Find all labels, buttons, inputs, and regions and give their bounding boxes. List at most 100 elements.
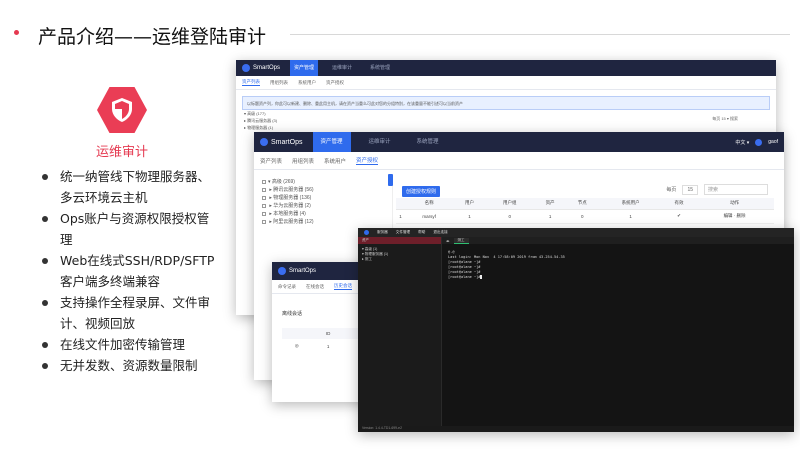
tree-node[interactable]: ▸ 腾讯云服务器 (3) (244, 117, 277, 124)
notice-banner: 以标题资产列，你此可以新建、删除、重此用主机，请在资产当重么可此对您的分组特别，… (242, 96, 770, 110)
feature-item: Ops账户与资源权限授权管理 (38, 208, 218, 250)
app-logo[interactable]: SmartOps (278, 267, 316, 275)
menu-asset[interactable]: 资产管理 (312, 132, 351, 152)
tab-commands[interactable]: 命令记录 (278, 284, 296, 290)
app-logo[interactable]: SmartOps (260, 138, 303, 146)
tab-arrows-icon[interactable]: ◂▸ (446, 239, 450, 243)
menu-asset[interactable]: 资产管理 (290, 60, 319, 76)
app-name: SmartOps (271, 138, 303, 146)
tree-node[interactable]: ▸ 华为云服务器 (2) (262, 202, 314, 210)
tree-node[interactable]: ▸ 腾讯云服务器 (56) (262, 186, 314, 194)
terminal-sidebar: 资产 ▾ 高级 (1) ▾ 物理服务器 (1) ▸ 测工 (358, 237, 442, 426)
version-status: Version: 1.4.4-TD1-699-e2 (358, 426, 794, 432)
tree-node[interactable]: ▸ 物理服务器 (136) (262, 194, 314, 202)
terminal-output[interactable]: @.@ Last login: Mon Nov 4 17:58:09 2019 f… (448, 250, 565, 280)
tab-groups[interactable]: 用组列表 (270, 80, 288, 86)
tree-node[interactable]: ▸ 物理服务器 (1) (244, 124, 277, 131)
col-header[interactable]: ID (311, 328, 345, 339)
menu-audit[interactable]: 运维审计 (328, 60, 356, 76)
col-header[interactable]: 资产 (533, 198, 567, 210)
tab-auth[interactable]: 资产授权 (326, 80, 344, 86)
row-actions[interactable]: 编辑 · 删除 (695, 209, 774, 224)
terminal-line: [root@alane ~]# (448, 275, 483, 279)
terminal-window: 服务器 文件管理 帮助 退出连接 资产 ▾ 高级 (1) ▾ 物理服务器 (1)… (358, 228, 794, 432)
table-cell: 1 (396, 209, 405, 224)
create-auth-rule-button[interactable]: 创建授权规则 (402, 186, 441, 197)
tab-auth[interactable]: 资产授权 (356, 156, 379, 165)
check-icon: ✔ (662, 209, 696, 224)
page-size-select[interactable]: 15 (682, 184, 698, 195)
pager: 每页 15 搜索 (666, 184, 768, 195)
col-header[interactable]: 有效 (662, 198, 696, 210)
sub-tabs: 资产列表 用组列表 系统用户 资产授权 (254, 152, 784, 170)
feature-caption: 运维审计 (96, 145, 149, 160)
page-size-label: 每页 (666, 187, 677, 193)
tree-node[interactable]: ▸ 测工 (362, 257, 437, 262)
play-icon[interactable]: ◎ (282, 339, 311, 353)
tab-system-users[interactable]: 系统用户 (298, 80, 316, 86)
col-header[interactable]: 节点 (566, 198, 599, 210)
title-bullet (14, 30, 19, 35)
app-name: SmartOps (253, 65, 281, 71)
menu-disconnect[interactable]: 退出连接 (433, 230, 447, 235)
tab-online-sessions[interactable]: 在线会话 (306, 284, 324, 290)
table-cell: 1 (326, 343, 330, 349)
terminal-tab[interactable]: 测工 (453, 237, 469, 244)
feature-item: 在线文件加密传输管理 (38, 334, 218, 355)
table-header: 名称 用户 用户组 资产 节点 系统用户 有效 动作 (396, 198, 774, 210)
table-cell: 0 (485, 209, 534, 224)
table-cell: 1 (598, 209, 663, 224)
terminal-tabs: ◂▸ 测工 (442, 237, 794, 244)
feature-item: 统一纳管线下物理服务器、多云环境云主机 (38, 166, 218, 208)
logo-icon (242, 64, 250, 72)
asset-tree: ▾ 高级 (1) ▾ 物理服务器 (1) ▸ 测工 (358, 244, 441, 265)
tree-node[interactable]: ▾ 高级 (269) (262, 178, 314, 186)
tab-history-sessions[interactable]: 历史会话 (334, 283, 352, 290)
asset-tree: ▾ 高级 (177) ▸ 腾讯云服务器 (3) ▸ 物理服务器 (1) (244, 110, 277, 131)
menu-help[interactable]: 帮助 (418, 230, 425, 235)
pager[interactable]: 每页 15 ▾ 搜索 (712, 116, 738, 122)
top-nav: SmartOps 资产管理 运维审计 系统管理 中文 ▾ gaof (254, 132, 784, 152)
sidebar-header: 资产 (358, 237, 441, 244)
logo-icon (364, 230, 369, 235)
menu-audit[interactable]: 运维审计 (361, 132, 399, 152)
tree-node[interactable]: ▾ 高级 (177) (244, 110, 277, 117)
col-header: 动作 (695, 198, 774, 210)
table-cell: 0 (566, 209, 599, 224)
menu-system[interactable]: 系统管理 (366, 60, 394, 76)
feature-item: 无并发数、资源数量限制 (38, 355, 218, 376)
col-header[interactable]: 系统用户 (598, 198, 663, 210)
menu-servers[interactable]: 服务器 (377, 230, 388, 235)
tab-system-users[interactable]: 系统用户 (324, 157, 346, 165)
cursor (480, 275, 483, 279)
menu-system[interactable]: 系统管理 (409, 132, 447, 152)
language-select[interactable]: 中文 ▾ (735, 139, 749, 146)
shield-icon (97, 87, 147, 133)
tree-node[interactable]: ▸ 阿里云服务器 (12) (262, 218, 314, 226)
page-title: 产品介绍——运维登陆审计 (38, 26, 267, 48)
tree-node[interactable]: ▸ 本地服务器 (4) (262, 210, 314, 218)
tab-assets[interactable]: 资产列表 (242, 79, 260, 86)
col-header[interactable]: 用户组 (485, 198, 534, 210)
tab-groups[interactable]: 用组列表 (292, 157, 314, 165)
top-nav: SmartOps 资产管理 运维审计 系统管理 (236, 60, 776, 76)
feature-list: 统一纳管线下物理服务器、多云环境云主机 Ops账户与资源权限授权管理 Web在线… (38, 166, 218, 376)
col-header[interactable]: 名称 (405, 198, 454, 210)
table-cell: 1 (453, 209, 486, 224)
avatar[interactable] (755, 138, 763, 146)
user-name[interactable]: gaof (768, 139, 778, 145)
app-logo[interactable]: SmartOps (242, 64, 280, 72)
tab-assets[interactable]: 资产列表 (260, 157, 282, 165)
col-header[interactable]: 用户 (453, 198, 486, 210)
terminal-menu: 服务器 文件管理 帮助 退出连接 (358, 228, 794, 237)
rule-name-link[interactable]: marsyf (405, 209, 454, 224)
auth-table: 名称 用户 用户组 资产 节点 系统用户 有效 动作 1 marsyf 1 0 … (396, 198, 774, 224)
col-header (282, 328, 312, 339)
feature-item: Web在线式SSH/RDP/SFTP客户端多终端兼容 (38, 250, 218, 292)
collapse-handle[interactable] (388, 174, 393, 186)
logo-icon (278, 267, 286, 275)
user-area: 中文 ▾ gaof (735, 138, 778, 146)
search-input[interactable]: 搜索 (704, 184, 768, 195)
card-title: 离线会话 (282, 311, 303, 317)
menu-files[interactable]: 文件管理 (396, 230, 410, 235)
